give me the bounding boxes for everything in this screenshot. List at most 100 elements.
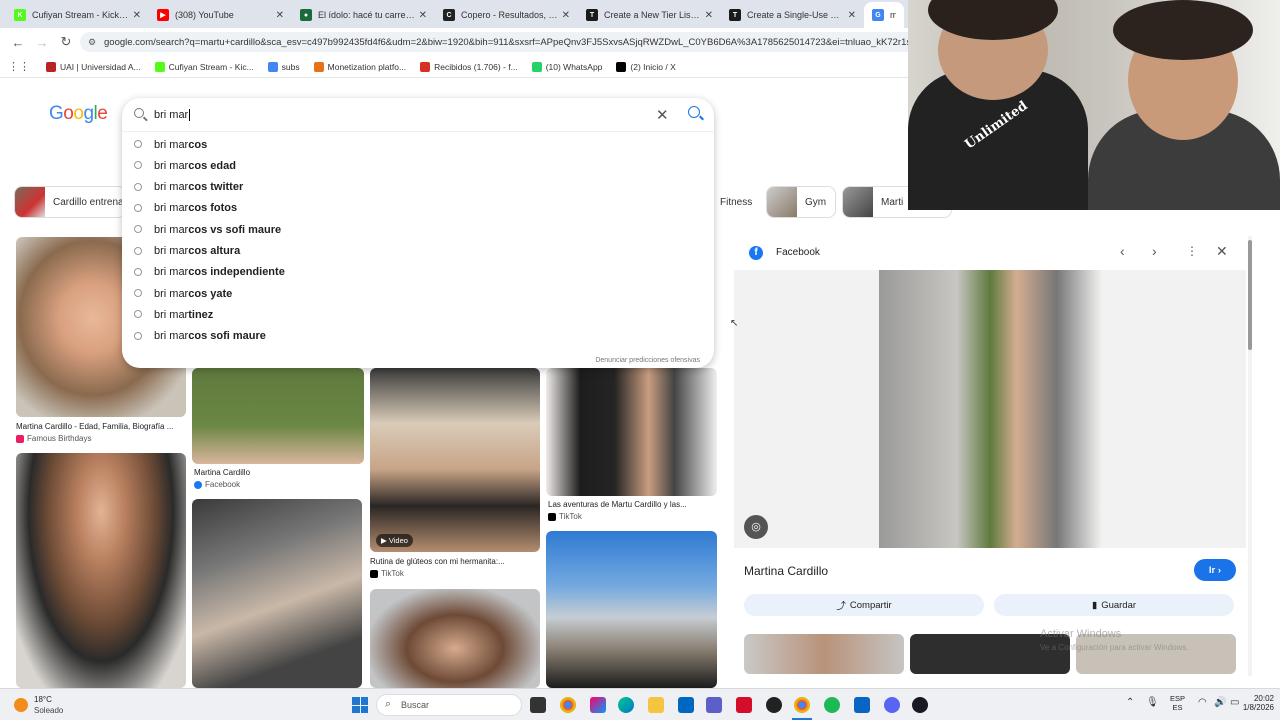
chrome-active-icon[interactable] (794, 697, 810, 713)
prev-arrow-icon[interactable]: ‹ (1120, 243, 1125, 259)
bookmark-item[interactable]: (10) WhatsApp (531, 61, 602, 72)
tab-close-icon[interactable]: ✕ (276, 10, 284, 21)
image-result-4[interactable]: Las aventuras de Martu Cardillo y las...… (546, 368, 718, 524)
suggestion-item[interactable]: bri mar cos twitter (122, 177, 714, 198)
mic-icon[interactable]: 🎙 (1146, 697, 1159, 708)
preview-source[interactable]: Facebook (776, 247, 820, 258)
clear-icon[interactable]: ✕ (656, 106, 669, 124)
suggestion-search-icon (134, 310, 142, 319)
suggestion-item[interactable]: bri mar cos vs sofi maure (122, 219, 714, 240)
image-result-8[interactable] (546, 531, 718, 688)
reload-icon[interactable]: ↻ (56, 34, 76, 50)
obs-icon[interactable] (766, 697, 782, 713)
tab-close-icon[interactable]: ✕ (133, 10, 141, 21)
suggestion-item[interactable]: bri mar cos yate (122, 283, 714, 304)
browser-tab[interactable]: T Create a Single-Use Tier Li ✕ (721, 2, 864, 28)
browser-tab[interactable]: Gma (864, 2, 904, 28)
copilot-icon[interactable] (590, 697, 606, 713)
preview-image[interactable] (879, 270, 1101, 548)
back-icon[interactable]: ← (8, 35, 28, 50)
suggestion-item[interactable]: bri mar cos (122, 134, 714, 155)
suggestion-item[interactable]: bri mar cos edad (122, 155, 714, 176)
image-result-7[interactable] (370, 589, 542, 688)
suggestion-typed: bri mar (154, 266, 189, 279)
weather-temp: 18°C (34, 695, 52, 704)
lens-icon[interactable]: ◎ (744, 515, 768, 539)
taskbar-search[interactable]: ⌕ Buscar (376, 694, 522, 716)
word-icon[interactable] (736, 697, 752, 713)
browser-tab[interactable]: ● El ídolo: hacé tu carrera en ✕ (292, 2, 435, 28)
volume-icon[interactable]: 🔊 (1214, 697, 1226, 708)
suggestion-item[interactable]: bri mar cos independiente (122, 262, 714, 283)
search-input[interactable]: bri mar (122, 98, 714, 132)
edge-icon[interactable] (618, 697, 634, 713)
bookmark-item[interactable]: Monetization platfo... (313, 61, 406, 72)
address-bar[interactable]: ⚙ google.com/search?q=martu+cardillo&sca… (80, 32, 908, 52)
suggestion-search-icon (134, 331, 142, 340)
browser-tab[interactable]: T Create a New Tier List - Tie ✕ (578, 2, 721, 28)
bookmark-item[interactable]: (2) Inicio / X (616, 61, 676, 72)
weather-icon[interactable] (14, 698, 28, 712)
related-image-2[interactable] (910, 634, 1070, 674)
suggestion-item[interactable]: bri mar cos altura (122, 241, 714, 262)
browser-tab[interactable]: C Copero - Resultados, estad ✕ (435, 2, 578, 28)
start-icon[interactable] (352, 697, 368, 713)
tab-close-icon[interactable]: ✕ (419, 10, 427, 21)
clock[interactable]: 20:02 1/8/2026 (1240, 694, 1274, 712)
tray-chevron-icon[interactable]: ⌃ (1126, 697, 1134, 708)
suggestion-item[interactable]: bri mar cos fotos (122, 198, 714, 219)
bookmark-item[interactable]: Cufiyan Stream - Kic... (154, 61, 254, 72)
browser-tab[interactable]: K Cufiyan Stream - Kick Dash ✕ (6, 2, 149, 28)
file-explorer-icon[interactable] (648, 697, 664, 713)
wifi-icon[interactable]: ◠ (1198, 697, 1207, 708)
hair-right (1113, 0, 1253, 60)
go-button[interactable]: Ir › (1194, 559, 1236, 581)
search-submit-icon[interactable] (688, 106, 700, 118)
image-result-3[interactable]: ▶ Video Rutina de glúteos con mi hermani… (370, 368, 542, 580)
panel-scrollbar-thumb[interactable] (1248, 240, 1252, 350)
report-predictions-link[interactable]: Denunciar predicciones ofensivas (595, 357, 700, 364)
suggestion-item[interactable]: bri mar tinez (122, 304, 714, 325)
language-indicator[interactable]: ESP ES (1170, 694, 1185, 712)
task-view-icon[interactable] (530, 697, 546, 713)
bookmark-item[interactable]: Recibidos (1.706) - f... (420, 61, 518, 72)
chip-fitness[interactable]: Fitness (714, 186, 760, 218)
forward-icon[interactable]: → (32, 35, 52, 50)
result-source: TikTok (548, 512, 582, 521)
lang-secondary: ES (1172, 703, 1183, 712)
preview-title[interactable]: Martina Cardillo (744, 564, 828, 578)
steam-icon[interactable] (912, 697, 928, 713)
suggestion-item[interactable]: bri mar cos sofi maure (122, 326, 714, 347)
image-result-2[interactable]: Martina Cardillo Facebook (192, 368, 366, 494)
weather-label: Soleado (34, 706, 64, 715)
chip-gym[interactable]: Gym (766, 186, 836, 218)
share-button[interactable]: ⤴ Compartir (744, 594, 984, 616)
spotify-icon[interactable] (824, 697, 840, 713)
tab-close-icon[interactable]: ✕ (562, 10, 570, 21)
tab-close-icon[interactable]: ✕ (705, 10, 713, 21)
more-options-icon[interactable]: ⋮ (1186, 244, 1198, 258)
teams-icon[interactable] (706, 697, 722, 713)
next-arrow-icon[interactable]: › (1152, 243, 1157, 259)
related-image-3[interactable] (1076, 634, 1236, 674)
search-box[interactable]: bri mar ✕ bri mar cos bri mar cos edad bri m… (122, 98, 714, 368)
google-logo[interactable]: Google (49, 103, 108, 125)
panel-scrollbar[interactable] (1248, 236, 1252, 676)
tab-close-icon[interactable]: ✕ (848, 10, 856, 21)
image-result-6[interactable] (192, 499, 364, 688)
chrome-icon[interactable] (560, 697, 576, 713)
outlook-icon[interactable] (678, 697, 694, 713)
close-icon[interactable]: ✕ (1216, 243, 1228, 260)
site-info-icon[interactable]: ⚙ (88, 37, 96, 48)
calculator-icon[interactable] (854, 697, 870, 713)
browser-tab[interactable]: ▶ (308) YouTube ✕ (149, 2, 292, 28)
discord-icon[interactable] (884, 697, 900, 713)
chip-cardillo-entrena[interactable]: Cardillo entrena (14, 186, 126, 218)
related-image-1[interactable] (744, 634, 904, 674)
save-button[interactable]: ▮ Guardar (994, 594, 1234, 616)
apps-icon[interactable]: ⋮⋮ (8, 60, 30, 73)
battery-icon[interactable]: ▭ (1230, 697, 1239, 708)
bookmark-item[interactable]: subs (267, 61, 300, 72)
bookmark-item[interactable]: UAI | Universidad A... (46, 61, 141, 72)
image-result-5[interactable] (16, 453, 188, 688)
